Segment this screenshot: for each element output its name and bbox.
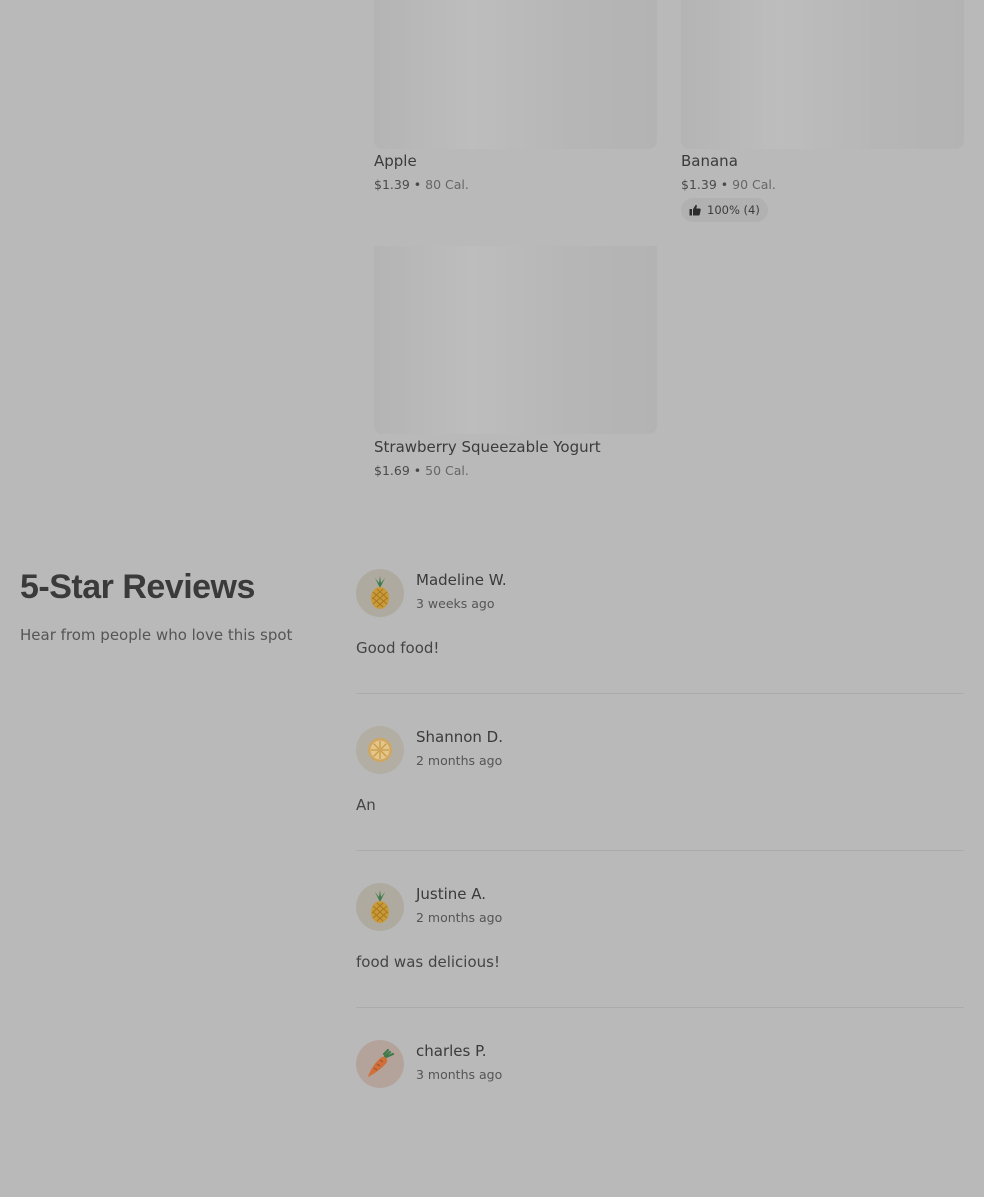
- reviews-section-subtitle: Hear from people who love this spot: [20, 626, 293, 644]
- menu-item-calories: 80 Cal.: [425, 177, 469, 192]
- menu-item-image-apple[interactable]: [374, 0, 657, 149]
- avatar: [356, 726, 404, 774]
- review-item: Madeline W. 3 weeks ago Good food!: [356, 569, 964, 726]
- rating-badge: 100% (4): [681, 198, 768, 222]
- menu-item-image-yogurt[interactable]: [374, 246, 657, 434]
- menu-item-meta: $1.39 • 80 Cal.: [374, 177, 469, 192]
- menu-item-name[interactable]: Banana: [681, 152, 738, 170]
- divider: [356, 850, 964, 851]
- avatar: [356, 569, 404, 617]
- review-item: charles P. 3 months ago: [356, 1040, 964, 1197]
- review-item: Shannon D. 2 months ago An: [356, 726, 964, 883]
- reviews-section-title: 5-Star Reviews: [20, 568, 255, 606]
- menu-item-calories: 50 Cal.: [425, 463, 469, 478]
- meta-separator: •: [413, 463, 422, 478]
- carrot-icon: [364, 1048, 396, 1080]
- reviewer-name: charles P.: [416, 1042, 487, 1060]
- menu-item-meta: $1.69 • 50 Cal.: [374, 463, 469, 478]
- lemon-slice-icon: [366, 736, 394, 764]
- menu-item-calories: 90 Cal.: [732, 177, 776, 192]
- avatar: [356, 1040, 404, 1088]
- review-item: Justine A. 2 months ago food was delicio…: [356, 883, 964, 1040]
- divider: [356, 693, 964, 694]
- rating-text: 100% (4): [707, 203, 760, 217]
- review-time: 2 months ago: [416, 910, 503, 925]
- menu-item-image-banana[interactable]: [681, 0, 964, 149]
- review-text: Good food!: [356, 639, 440, 657]
- reviewer-name: Shannon D.: [416, 728, 504, 746]
- review-time: 3 weeks ago: [416, 596, 495, 611]
- meta-separator: •: [720, 177, 729, 192]
- menu-item-price: $1.39: [681, 177, 717, 192]
- menu-item-price: $1.39: [374, 177, 410, 192]
- review-time: 3 months ago: [416, 1067, 503, 1082]
- menu-item-meta: $1.39 • 90 Cal.: [681, 177, 776, 192]
- reviewer-name: Justine A.: [416, 885, 487, 903]
- review-time: 2 months ago: [416, 753, 503, 768]
- reviewer-name: Madeline W.: [416, 571, 507, 589]
- divider: [356, 1007, 964, 1008]
- thumbs-up-icon: [689, 204, 701, 216]
- meta-separator: •: [413, 177, 422, 192]
- pineapple-icon: [367, 890, 393, 924]
- menu-item-price: $1.69: [374, 463, 410, 478]
- menu-item-name[interactable]: Strawberry Squeezable Yogurt: [374, 438, 601, 456]
- avatar: [356, 883, 404, 931]
- review-text: An: [356, 796, 376, 814]
- pineapple-icon: [367, 576, 393, 610]
- menu-item-name[interactable]: Apple: [374, 152, 417, 170]
- review-text: food was delicious!: [356, 953, 500, 971]
